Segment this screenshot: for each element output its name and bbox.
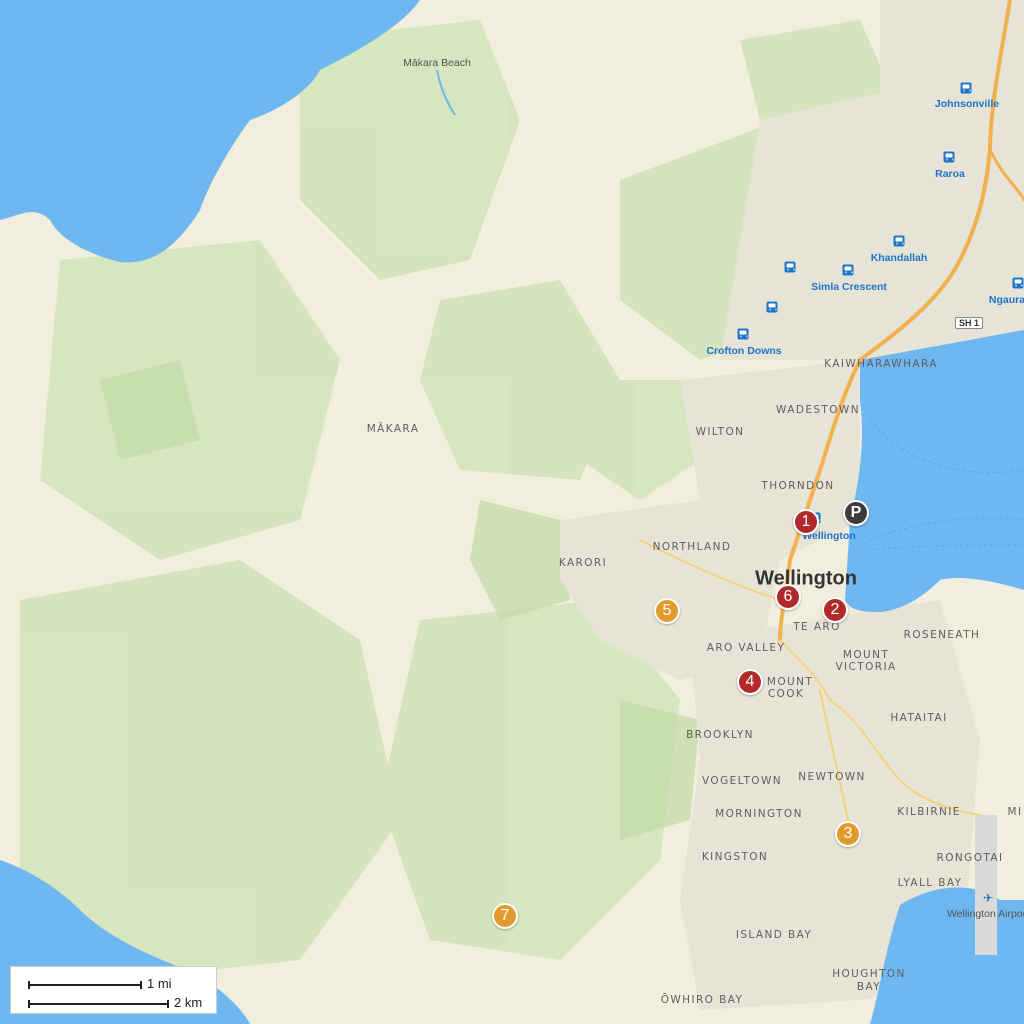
district-kaiwharawhara: KAIWHARAWHARA [824,358,938,370]
map-scale: 1 mi 2 km [10,966,217,1014]
map-marker-3[interactable]: 3 [835,821,861,847]
scale-label-km: 2 km [174,995,203,1010]
scale-bar-mi [28,981,142,989]
map-marker-2[interactable]: 2 [822,597,848,623]
district-houghton-bay-2: BAY [856,981,882,993]
train-station-icon[interactable] [1012,277,1024,289]
map-base [0,0,1024,1024]
airport-icon: ✈ [982,891,994,905]
scale-label-mi: 1 mi [147,976,172,991]
district-lyall-bay: LYALL BAY [897,877,963,889]
district-mount-cook-2: COOK [767,688,805,700]
station-label-ngaura[interactable]: Ngaura [989,294,1024,306]
station-label-johnsonville[interactable]: Johnsonville [935,98,999,110]
district-mount-victoria-2: VICTORIA [835,661,897,673]
station-label-crofton-downs[interactable]: Crofton Downs [706,345,781,357]
poi-label-makara-beach: Mākara Beach [403,57,471,69]
train-station-icon[interactable] [943,151,955,163]
highway-shield-sh1: SH 1 [954,317,984,329]
train-station-icon[interactable] [893,235,905,247]
train-station-icon[interactable] [784,261,796,273]
train-station-icon[interactable] [737,328,749,340]
map-view[interactable]: SH 1 Mākara Beach Wellington Airport ✈ M… [0,0,1024,1024]
district-thorndon: THORNDON [761,480,835,492]
district-island-bay: ISLAND BAY [735,929,813,941]
station-label-khandallah[interactable]: Khandallah [871,252,928,264]
district-northland: NORTHLAND [652,541,732,553]
city-label-wellington: Wellington [755,567,857,590]
map-marker-5[interactable]: 5 [654,598,680,624]
district-kingston: KINGSTON [701,851,769,863]
district-mi-partial: MI [1007,806,1023,818]
district-rongotai: RONGOTAI [936,852,1004,864]
station-label-simla-crescent[interactable]: Simla Crescent [811,281,887,293]
district-kilbirnie: KILBIRNIE [897,806,961,818]
map-marker-4[interactable]: 4 [737,669,763,695]
district-newtown: NEWTOWN [798,771,866,783]
district-houghton-bay-1: HOUGHTON [832,968,906,980]
district-mornington: MORNINGTON [715,808,803,820]
district-hataitai: HATAITAI [890,712,948,724]
district-karori: KARORI [558,557,608,569]
district-mount-victoria-1: MOUNT [842,649,890,661]
airport-runway [975,815,997,955]
train-station-icon[interactable] [766,301,778,313]
district-wilton: WILTON [695,426,745,438]
district-makara: MĀKARA [366,423,420,435]
district-vogeltown: VOGELTOWN [702,775,782,787]
map-marker-6[interactable]: 6 [775,584,801,610]
parking-icon[interactable]: P [843,500,869,526]
train-station-icon[interactable] [842,264,854,276]
district-mount-cook-1: MOUNT [766,676,814,688]
district-brooklyn: BROOKLYN [686,729,754,741]
district-roseneath: ROSENEATH [903,629,981,641]
station-label-raroa[interactable]: Raroa [935,168,965,180]
map-marker-7[interactable]: 7 [492,903,518,929]
scale-bar-km [28,1000,169,1008]
train-station-icon[interactable] [960,82,972,94]
district-aro-valley: ARO VALLEY [706,642,786,654]
poi-label-wellington-airport: Wellington Airport [946,908,1024,920]
district-wadestown: WADESTOWN [776,404,860,416]
map-marker-1[interactable]: 1 [793,509,819,535]
district-owhiro-bay: ŌWHIRO BAY [660,994,744,1006]
